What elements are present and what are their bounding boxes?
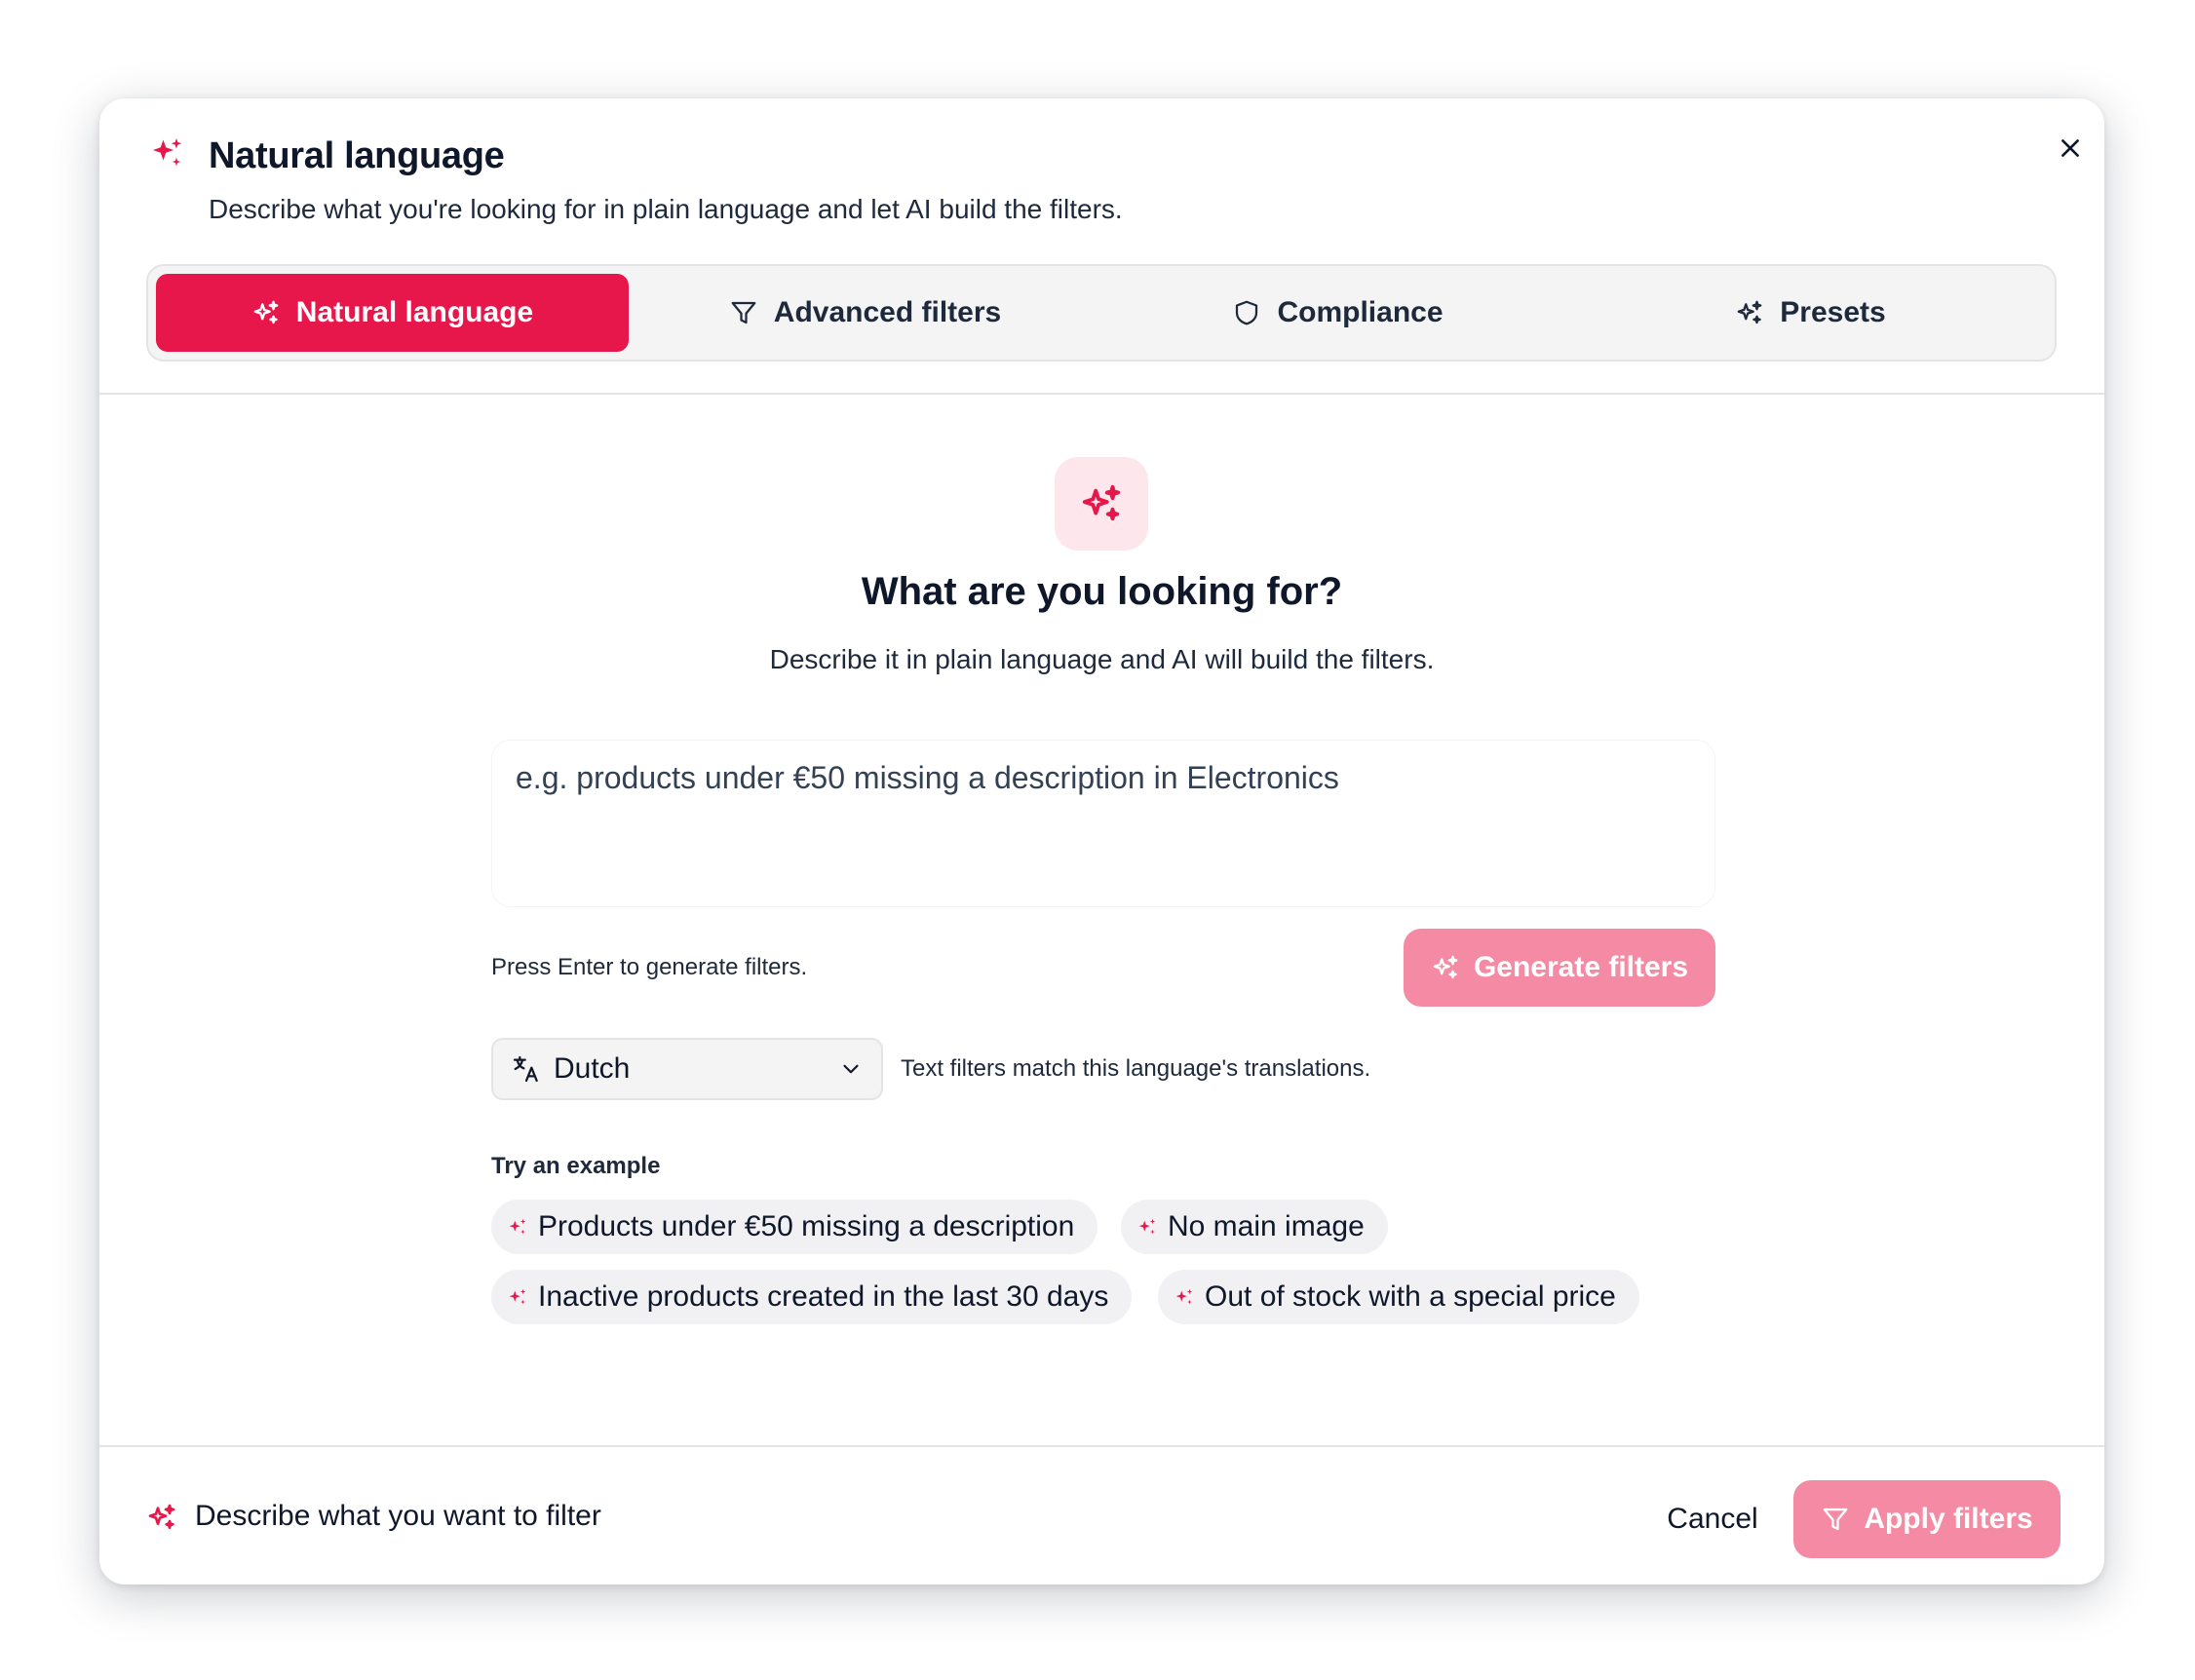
dialog-title: Natural language bbox=[209, 135, 505, 176]
example-chip-label: No main image bbox=[1168, 1210, 1365, 1242]
filter-dialog: Natural language Describe what you're lo… bbox=[99, 98, 2104, 1585]
sparkles-icon bbox=[509, 1218, 526, 1235]
footer-divider bbox=[99, 1445, 2104, 1447]
language-select[interactable]: Dutch bbox=[491, 1038, 883, 1100]
tab-advanced-filters[interactable]: Advanced filters bbox=[629, 274, 1101, 352]
dialog-subtitle: Describe what you're looking for in plai… bbox=[209, 194, 1123, 224]
sparkles-icon bbox=[1737, 300, 1762, 325]
query-input[interactable] bbox=[516, 760, 1691, 887]
example-chip-label: Out of stock with a special price bbox=[1205, 1280, 1616, 1313]
sparkles-icon bbox=[1433, 955, 1458, 979]
cancel-button[interactable]: Cancel bbox=[1639, 1488, 1786, 1550]
examples-label: Try an example bbox=[491, 1153, 661, 1179]
enter-hint: Press Enter to generate filters. bbox=[491, 954, 808, 980]
sparkles-icon bbox=[1175, 1288, 1193, 1305]
sparkles-icon bbox=[153, 138, 182, 167]
apply-filters-label: Apply filters bbox=[1864, 1503, 2033, 1535]
sparkles-icon bbox=[148, 1504, 175, 1529]
query-box bbox=[491, 740, 1715, 907]
filter-mode-tabs: Natural language Advanced filters Compli… bbox=[146, 264, 2057, 362]
example-chip[interactable]: Products under €50 missing a description bbox=[491, 1200, 1098, 1254]
hero-badge bbox=[1055, 457, 1148, 551]
example-chip-label: Inactive products created in the last 30… bbox=[538, 1280, 1109, 1313]
translate-icon bbox=[513, 1055, 538, 1083]
footer-status: Describe what you want to filter bbox=[195, 1500, 601, 1532]
tab-compliance[interactable]: Compliance bbox=[1101, 274, 1574, 352]
tab-label: Natural language bbox=[295, 296, 534, 328]
close-icon bbox=[2061, 139, 2079, 157]
example-chip[interactable]: No main image bbox=[1121, 1200, 1388, 1254]
tab-presets[interactable]: Presets bbox=[1574, 274, 2047, 352]
tab-label: Compliance bbox=[1277, 296, 1444, 328]
funnel-icon bbox=[1823, 1508, 1848, 1531]
example-chip[interactable]: Inactive products created in the last 30… bbox=[491, 1270, 1133, 1324]
language-hint: Text filters match this language's trans… bbox=[901, 1055, 1371, 1082]
prompt-description: Describe it in plain language and AI wil… bbox=[769, 644, 1435, 674]
generate-filters-button[interactable]: Generate filters bbox=[1404, 929, 1715, 1007]
apply-filters-button[interactable]: Apply filters bbox=[1793, 1480, 2060, 1558]
sparkles-icon bbox=[253, 300, 279, 325]
chevron-down-icon bbox=[843, 1064, 859, 1074]
example-chip-label: Products under €50 missing a description bbox=[538, 1210, 1075, 1242]
prompt-heading: What are you looking for? bbox=[861, 570, 1343, 613]
sparkles-icon bbox=[509, 1288, 526, 1305]
funnel-icon bbox=[731, 301, 756, 325]
generate-filters-label: Generate filters bbox=[1473, 951, 1689, 983]
tab-label: Presets bbox=[1780, 296, 1886, 328]
shield-icon bbox=[1236, 300, 1258, 325]
tab-label: Advanced filters bbox=[773, 296, 1002, 328]
sparkles-icon bbox=[1082, 484, 1121, 521]
close-button[interactable] bbox=[2049, 127, 2092, 170]
sparkles-icon bbox=[1138, 1218, 1156, 1235]
example-chip[interactable]: Out of stock with a special price bbox=[1158, 1270, 1639, 1324]
language-value: Dutch bbox=[554, 1052, 631, 1085]
tab-natural-language[interactable]: Natural language bbox=[156, 274, 629, 352]
header-divider bbox=[99, 393, 2104, 395]
